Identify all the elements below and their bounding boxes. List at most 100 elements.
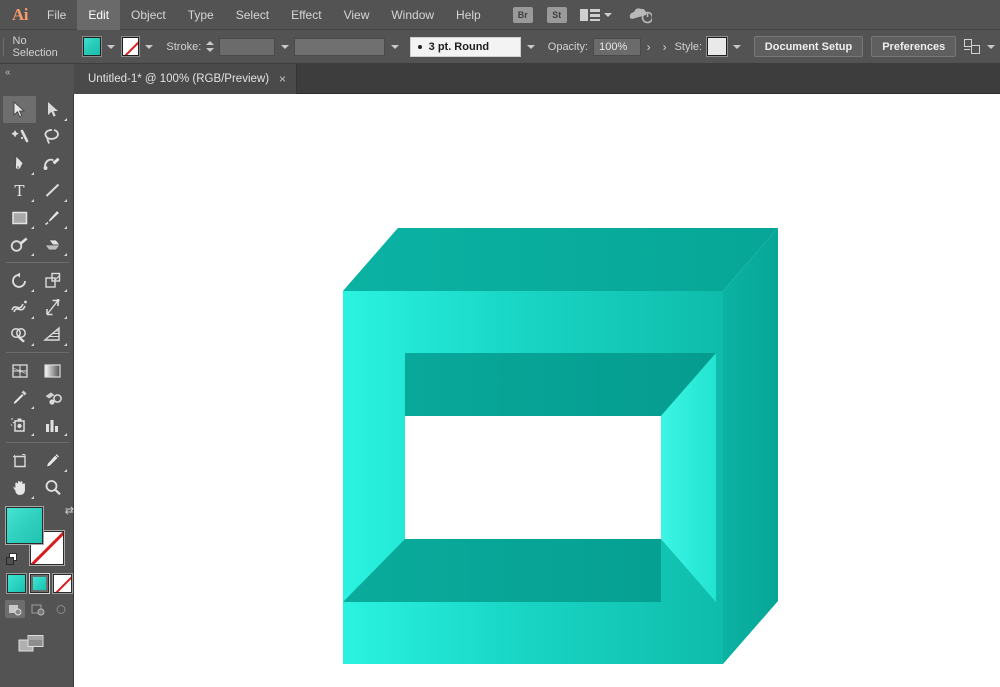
document-tab[interactable]: Untitled-1* @ 100% (RGB/Preview) × xyxy=(74,64,297,94)
rotate-tool[interactable] xyxy=(3,267,36,294)
fill-color-swatch[interactable] xyxy=(83,37,101,56)
free-transform-tool[interactable] xyxy=(36,294,69,321)
stroke-weight-input[interactable] xyxy=(219,38,276,56)
swap-fill-stroke-icon[interactable]: ⇄ xyxy=(65,504,74,517)
tool-flyout-indicator xyxy=(64,343,67,346)
control-bar: No Selection Stroke: 3 pt. Round Opacity… xyxy=(0,30,1000,64)
brush-definition-chevron-icon[interactable] xyxy=(524,37,538,56)
zoom-tool[interactable] xyxy=(36,474,69,501)
menu-item-edit[interactable]: Edit xyxy=(77,0,120,30)
creative-cloud-icon[interactable] xyxy=(628,6,652,24)
align-chevron-icon[interactable] xyxy=(984,37,998,56)
stock-icon[interactable]: St xyxy=(547,7,567,23)
eyedropper-tool[interactable] xyxy=(3,384,36,411)
eraser-tool[interactable] xyxy=(36,231,69,258)
fill-dropdown-chevron-icon[interactable] xyxy=(104,37,118,56)
opacity-label: Opacity: xyxy=(548,41,588,53)
default-fill-stroke-icon[interactable] xyxy=(6,553,20,567)
menu-item-view[interactable]: View xyxy=(333,0,381,30)
tool-separator xyxy=(6,352,69,353)
recent-expand-icon[interactable]: › xyxy=(657,40,673,54)
menu-item-select[interactable]: Select xyxy=(225,0,280,30)
artboard-tool[interactable] xyxy=(3,447,36,474)
type-tool[interactable]: T xyxy=(3,177,36,204)
tool-flyout-indicator xyxy=(31,406,34,409)
chevron-down-icon xyxy=(604,13,612,17)
draw-behind-mode-icon[interactable] xyxy=(28,600,48,618)
stroke-weight-stepper[interactable] xyxy=(205,37,215,56)
menu-item-type[interactable]: Type xyxy=(177,0,225,30)
3d-extruded-square-frame[interactable] xyxy=(74,94,1000,687)
align-to-selection-icon[interactable] xyxy=(964,39,981,55)
stroke-profile-chevron-icon[interactable] xyxy=(388,37,402,56)
brush-definition-value: 3 pt. Round xyxy=(429,41,490,53)
toolbar-fill-swatch[interactable] xyxy=(6,507,43,544)
tool-flyout-indicator xyxy=(31,289,34,292)
tools-panel: T xyxy=(0,94,74,687)
tool-flyout-indicator xyxy=(31,199,34,202)
paintbrush-tool[interactable] xyxy=(36,204,69,231)
tool-flyout-indicator xyxy=(64,226,67,229)
shape-builder-tool[interactable] xyxy=(3,321,36,348)
column-graph-tool[interactable] xyxy=(36,411,69,438)
tool-flyout-indicator xyxy=(31,253,34,256)
document-setup-button[interactable]: Document Setup xyxy=(754,36,863,57)
symbol-sprayer-tool[interactable] xyxy=(3,411,36,438)
tool-flyout-indicator xyxy=(64,433,67,436)
mesh-tool[interactable] xyxy=(3,357,36,384)
lasso-tool[interactable] xyxy=(36,123,69,150)
stroke-color-swatch[interactable] xyxy=(122,37,140,56)
tool-separator xyxy=(6,262,69,263)
curvature-tool[interactable] xyxy=(36,150,69,177)
brush-dot-icon xyxy=(418,45,422,49)
opacity-expand-icon[interactable]: › xyxy=(641,40,657,54)
hand-tool[interactable] xyxy=(3,474,36,501)
scale-tool[interactable] xyxy=(36,267,69,294)
stroke-weight-chevron-icon[interactable] xyxy=(278,37,292,56)
artboard-canvas[interactable] xyxy=(74,94,1000,687)
draw-inside-mode-icon[interactable] xyxy=(51,600,71,618)
change-screen-mode-icon[interactable] xyxy=(18,634,48,656)
blend-tool[interactable] xyxy=(36,384,69,411)
line-segment-tool[interactable] xyxy=(36,177,69,204)
none-swatch[interactable] xyxy=(53,574,72,593)
selection-tool[interactable] xyxy=(3,96,36,123)
gradient-tool[interactable] xyxy=(36,357,69,384)
collapse-arrows-icon: « xyxy=(5,67,10,78)
opacity-input[interactable]: 100% xyxy=(593,38,640,56)
slice-tool[interactable] xyxy=(36,447,69,474)
direct-selection-tool[interactable] xyxy=(36,96,69,123)
style-label: Style: xyxy=(675,41,703,53)
gradient-swatch[interactable] xyxy=(30,574,49,593)
shaper-tool[interactable] xyxy=(3,231,36,258)
pen-tool[interactable] xyxy=(3,150,36,177)
width-tool[interactable] xyxy=(3,294,36,321)
fill-stroke-controls: ⇄ xyxy=(6,507,72,565)
menu-item-window[interactable]: Window xyxy=(380,0,445,30)
color-swatch[interactable] xyxy=(7,574,26,593)
menu-item-effect[interactable]: Effect xyxy=(280,0,332,30)
draw-normal-mode-icon[interactable] xyxy=(5,600,25,618)
close-icon[interactable]: × xyxy=(279,73,286,85)
preferences-button[interactable]: Preferences xyxy=(871,36,956,57)
tool-flyout-indicator xyxy=(31,433,34,436)
tool-flyout-indicator xyxy=(31,343,34,346)
style-chevron-icon[interactable] xyxy=(730,37,744,56)
magic-wand-tool[interactable] xyxy=(3,123,36,150)
graphic-style-swatch[interactable] xyxy=(707,37,727,56)
menu-item-object[interactable]: Object xyxy=(120,0,177,30)
perspective-grid-tool[interactable] xyxy=(36,321,69,348)
arrange-documents-icon[interactable] xyxy=(580,8,612,22)
panel-collapse-button[interactable]: « xyxy=(0,64,74,94)
stroke-profile-input[interactable] xyxy=(294,38,384,56)
menu-item-file[interactable]: File xyxy=(36,0,77,30)
menu-item-help[interactable]: Help xyxy=(445,0,492,30)
top-outer-face xyxy=(343,228,778,291)
stroke-dropdown-chevron-icon[interactable] xyxy=(142,37,156,56)
color-mode-swatches xyxy=(7,574,73,593)
brush-definition-select[interactable]: 3 pt. Round xyxy=(410,37,521,57)
rectangle-tool[interactable] xyxy=(3,204,36,231)
bridge-icon[interactable]: Br xyxy=(513,7,533,23)
illustrator-window: Ai File Edit Object Type Select Effect V… xyxy=(0,0,1000,687)
tool-flyout-indicator xyxy=(64,469,67,472)
